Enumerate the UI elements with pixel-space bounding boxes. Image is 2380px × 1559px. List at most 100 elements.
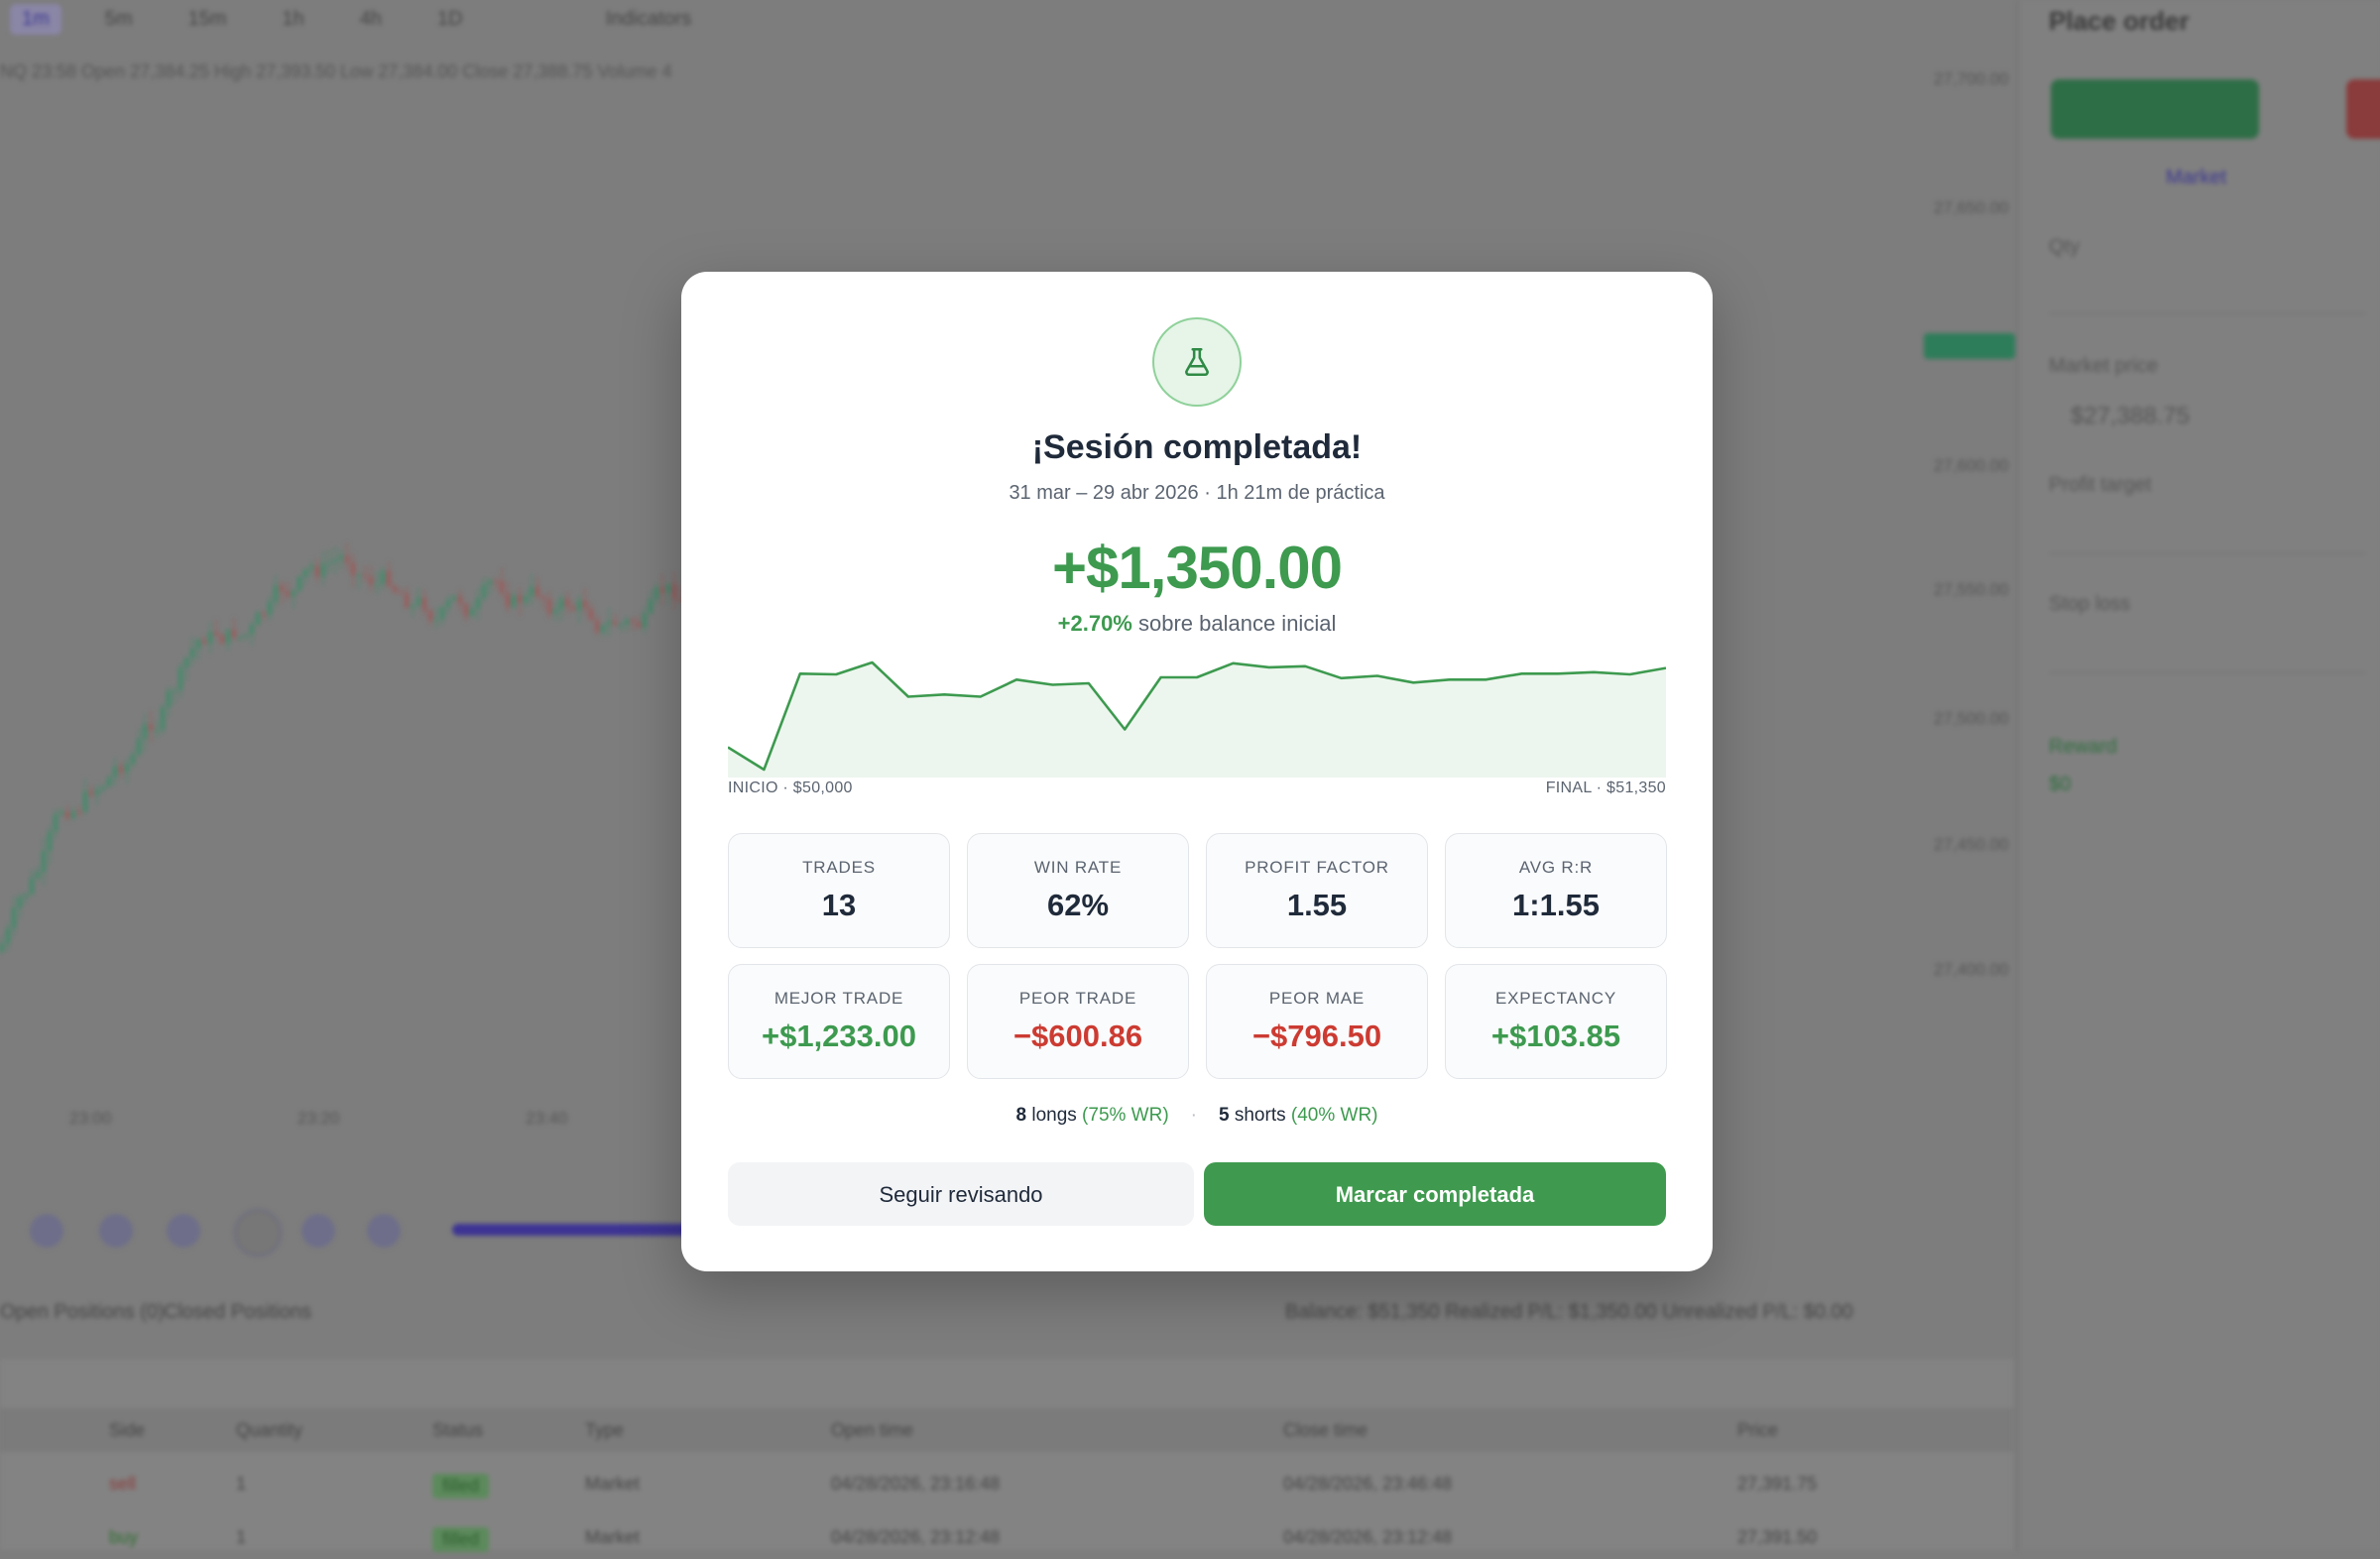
candle-body [292, 590, 296, 597]
candle-body [24, 894, 28, 898]
timeframe-15m[interactable]: 15m [177, 4, 239, 35]
candle-body [315, 565, 319, 577]
candle-body [190, 649, 194, 659]
take-profit-input[interactable] [2049, 508, 2366, 554]
candle-body [464, 603, 468, 617]
stop-loss-input[interactable] [2049, 627, 2366, 673]
stat-label: PEOR TRADE [1018, 989, 1137, 1008]
candle-body [547, 599, 551, 614]
price-tick: 27,600.00 [1934, 456, 2009, 475]
candle-body [363, 574, 367, 577]
forward-icon[interactable] [301, 1214, 335, 1248]
candle-body [428, 610, 432, 621]
candle-body [422, 597, 426, 611]
column-header: Price [1737, 1420, 1779, 1440]
column-header: Type [585, 1420, 625, 1440]
replay-progress-bar[interactable] [452, 1224, 690, 1236]
chart-toolbar: 1m 5m 15m 1h 4h 1D Indicators [0, 0, 2033, 38]
timeframe-1d[interactable]: 1D [425, 4, 475, 35]
qty-label: Qty [2049, 236, 2081, 258]
stop-loss-label: Stop loss [2049, 593, 2131, 615]
candle-body [595, 620, 599, 633]
candle-body [161, 707, 165, 730]
status-badge: filled [432, 1527, 490, 1552]
shorts-text: shorts [1229, 1105, 1291, 1126]
candle-body [589, 608, 593, 621]
stat-value: 62% [1046, 888, 1110, 922]
table-row[interactable]: buy 1 filled Market 04/28/2026, 23:12:48… [0, 1515, 2013, 1559]
timeframe-5m[interactable]: 5m [93, 4, 145, 35]
candle-body [113, 766, 117, 778]
keep-reviewing-button[interactable]: Seguir revisando [728, 1162, 1194, 1226]
stat-card-trades: TRADES 13 [728, 833, 950, 948]
table-row[interactable]: sell 1 filled Market 04/28/2026, 23:16:4… [0, 1462, 2013, 1505]
candle-body [601, 625, 605, 633]
price-tick: 27,500.00 [1934, 709, 2009, 728]
timeframe-1h[interactable]: 1h [271, 4, 316, 35]
candle-body [476, 598, 480, 609]
mark-complete-button[interactable]: Marcar completada [1204, 1162, 1666, 1226]
candle-body [250, 625, 254, 635]
candle-body [119, 766, 123, 773]
cell-close-time: 04/28/2026, 23:12:48 [1283, 1527, 1453, 1547]
candle-body [536, 586, 539, 597]
qty-input[interactable] [2049, 268, 2366, 314]
candle-body [482, 584, 486, 599]
rewind-icon[interactable] [167, 1214, 200, 1248]
candle-body [101, 786, 105, 790]
timeframe-1m[interactable]: 1m [10, 3, 61, 35]
candle-body [178, 667, 182, 690]
stat-card-best-trade: MEJOR TRADE +$1,233.00 [728, 964, 950, 1079]
candle-body [42, 850, 46, 873]
candle-body [643, 613, 647, 628]
candle-body [524, 596, 528, 603]
timeframe-4h[interactable]: 4h [348, 4, 394, 35]
candle-body [660, 587, 664, 594]
tab-open-positions[interactable]: Open Positions (0) [0, 1301, 165, 1324]
reward-label: Reward [2049, 736, 2117, 758]
skip-forward-icon[interactable] [367, 1214, 401, 1248]
candle-body [530, 586, 534, 597]
candle-body [184, 658, 188, 668]
stat-value: 1:1.55 [1512, 888, 1600, 922]
longs-win-rate: (75% WR) [1082, 1105, 1169, 1126]
sell-button[interactable] [2346, 79, 2380, 139]
reward-value: $0 [2049, 774, 2072, 795]
candle-body [208, 632, 212, 645]
tab-closed-positions[interactable]: Closed Positions [164, 1301, 311, 1324]
buy-button[interactable] [2051, 79, 2259, 139]
stat-label: MEJOR TRADE [774, 989, 904, 1008]
session-pnl: +$1,350.00 [1052, 535, 1343, 601]
step-back-icon[interactable] [99, 1214, 133, 1248]
tab-market[interactable]: Market [2166, 167, 2226, 189]
candle-body [494, 580, 498, 583]
candle-body [458, 595, 462, 604]
play-icon[interactable] [234, 1209, 282, 1257]
candle-body [149, 724, 153, 731]
candle-body [452, 595, 456, 601]
time-tick: 23:40 [526, 1109, 568, 1128]
candle-body [339, 555, 343, 560]
candle-body [262, 612, 266, 615]
separator-dot: · [1190, 1105, 1197, 1126]
market-price-value: $27,388.75 [2071, 403, 2191, 429]
candle-body [559, 598, 563, 610]
candle-body [411, 605, 415, 608]
candle-body [238, 636, 242, 639]
candle-body [518, 595, 522, 603]
skip-back-icon[interactable] [30, 1214, 63, 1248]
candle-body [619, 624, 623, 627]
indicators-button[interactable]: Indicators [606, 8, 692, 31]
cell-price: 27,391.75 [1737, 1474, 1818, 1494]
candle-body [393, 586, 397, 592]
candle-body [357, 574, 361, 577]
candle-body [649, 599, 653, 614]
candle-body [309, 565, 313, 570]
stat-card-worst-trade: PEOR TRADE −$600.86 [967, 964, 1189, 1079]
candle-body [446, 600, 450, 608]
candle-body [30, 878, 34, 895]
price-tick: 27,700.00 [1934, 69, 2009, 88]
candle-body [54, 814, 58, 832]
cell-side: sell [109, 1474, 137, 1494]
equity-curve-chart [728, 660, 1666, 778]
